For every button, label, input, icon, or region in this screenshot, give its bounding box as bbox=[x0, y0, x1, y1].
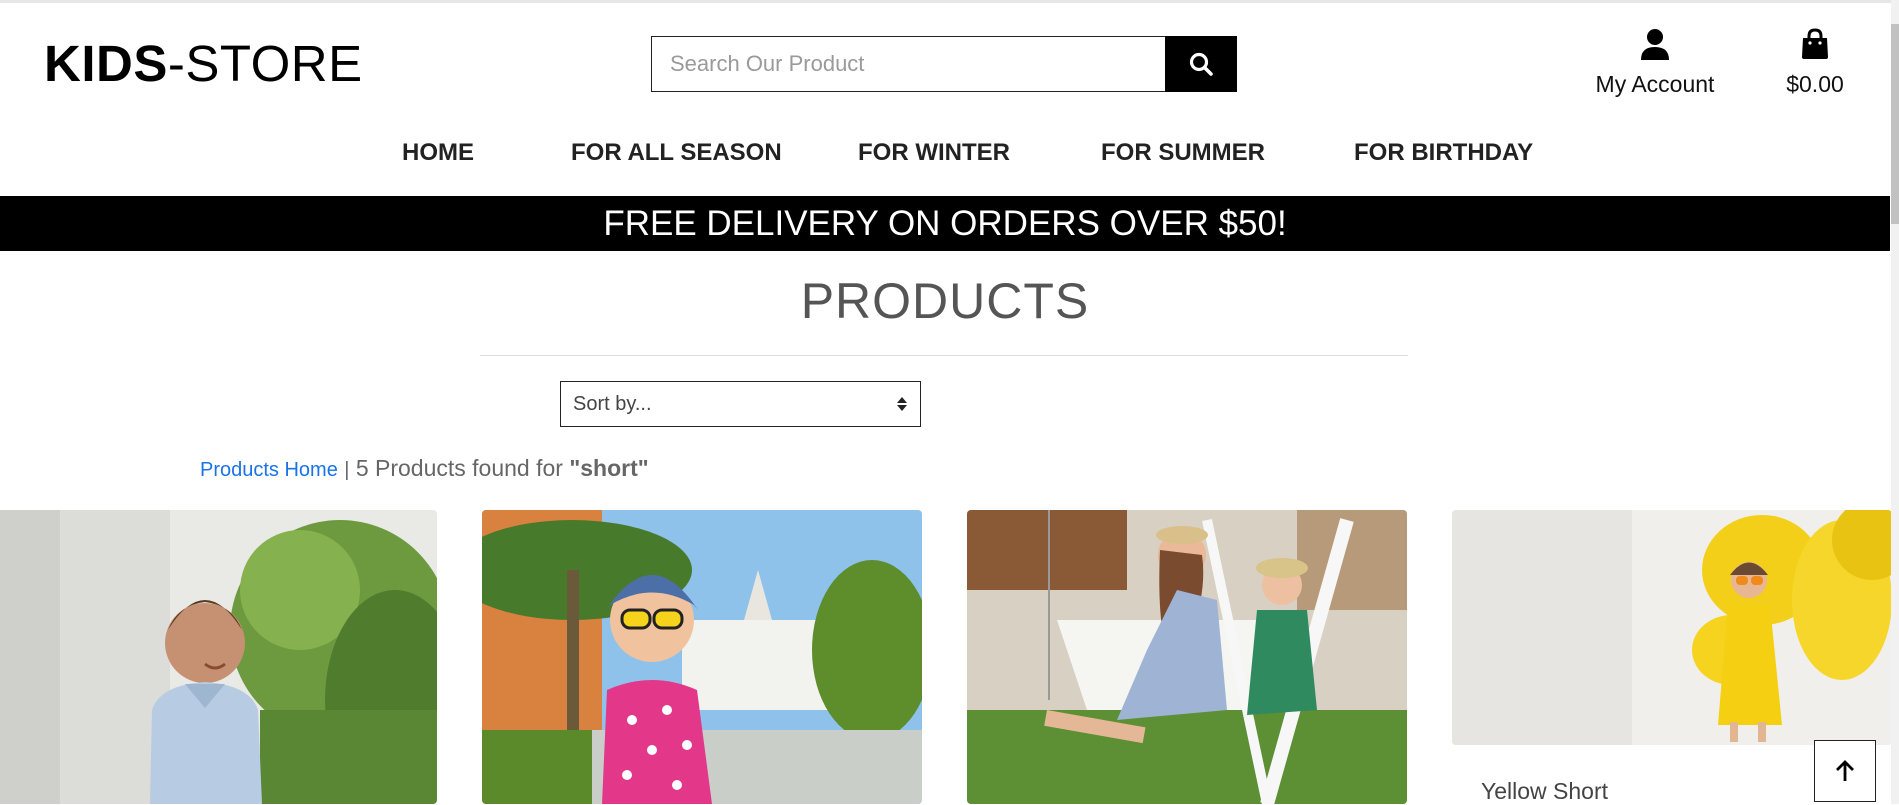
store-logo[interactable]: KIDS-STORE bbox=[44, 34, 363, 93]
product-image-mother-daughter-swing bbox=[967, 510, 1407, 804]
search-button[interactable] bbox=[1165, 36, 1237, 92]
search-form bbox=[651, 36, 1237, 92]
sort-select[interactable]: Sort by... bbox=[560, 381, 921, 427]
nav-for-all-season[interactable]: FOR ALL SEASON bbox=[571, 139, 782, 167]
breadcrumb-separator: | bbox=[344, 459, 350, 481]
product-image-yellow-short bbox=[1452, 510, 1892, 745]
page-title: PRODUCTS bbox=[800, 273, 1090, 329]
title-divider bbox=[480, 355, 1408, 356]
search-results-summary: Products Home | 5 Products found for "sh… bbox=[200, 455, 649, 482]
my-account-link[interactable]: My Account bbox=[1590, 28, 1720, 98]
results-count-text: 5 Products found for bbox=[355, 455, 563, 481]
user-icon bbox=[1641, 29, 1669, 60]
logo-bold-text: KIDS bbox=[44, 35, 168, 92]
back-to-top-button[interactable] bbox=[1814, 740, 1876, 802]
product-image-boy-blue-shirt bbox=[0, 510, 437, 804]
nav-for-winter[interactable]: FOR WINTER bbox=[858, 139, 1010, 167]
cart-total: $0.00 bbox=[1786, 71, 1844, 97]
my-account-label: My Account bbox=[1595, 71, 1715, 97]
product-card-4[interactable] bbox=[1452, 510, 1892, 745]
search-icon bbox=[1189, 52, 1213, 76]
nav-for-summer[interactable]: FOR SUMMER bbox=[1101, 139, 1265, 167]
page-scrollbar[interactable] bbox=[1891, 0, 1899, 804]
products-home-link[interactable]: Products Home bbox=[200, 459, 338, 481]
logo-rest-text: -STORE bbox=[167, 35, 363, 92]
product-card-3[interactable] bbox=[967, 510, 1407, 804]
scrollbar-thumb[interactable] bbox=[1891, 24, 1899, 224]
top-border bbox=[0, 0, 1899, 3]
free-delivery-banner: FREE DELIVERY ON ORDERS OVER $50! bbox=[0, 196, 1890, 251]
product-card-2[interactable] bbox=[482, 510, 922, 804]
arrow-up-icon bbox=[1836, 760, 1854, 781]
product-image-girl-pink-dress bbox=[482, 510, 922, 804]
product-title-yellow-short[interactable]: Yellow Short bbox=[1481, 778, 1608, 805]
nav-for-birthday[interactable]: FOR BIRTHDAY bbox=[1354, 139, 1533, 167]
results-query: "short" bbox=[569, 455, 649, 481]
cart-link[interactable]: $0.00 bbox=[1775, 28, 1855, 98]
nav-home[interactable]: HOME bbox=[402, 139, 474, 167]
search-input[interactable] bbox=[652, 37, 1165, 91]
sort-selected-value: Sort by... bbox=[573, 392, 652, 415]
product-card-1[interactable] bbox=[0, 510, 437, 804]
shopping-bag-icon bbox=[1802, 28, 1828, 59]
sort-arrows-icon bbox=[897, 397, 907, 411]
main-nav: HOME FOR ALL SEASON FOR WINTER FOR SUMME… bbox=[0, 139, 1890, 173]
